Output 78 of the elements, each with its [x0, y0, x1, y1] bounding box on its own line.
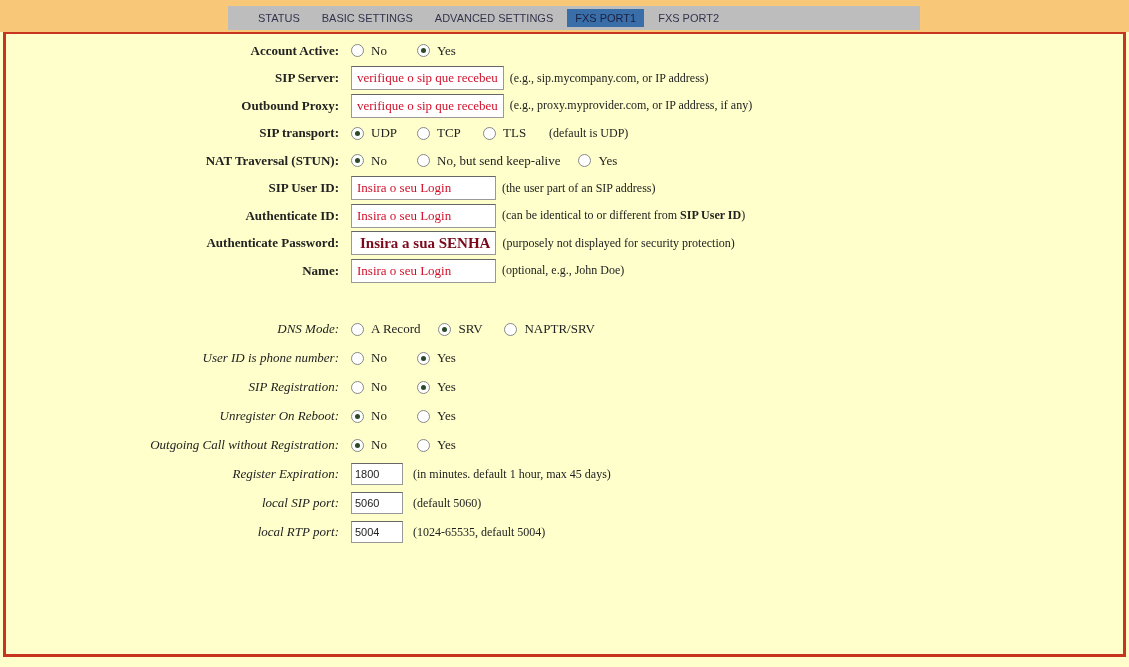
radio-button[interactable] — [351, 154, 364, 168]
hint-text: (e.g., proxy.myprovider.com, or IP address, if any) — [509, 98, 753, 114]
radio-button[interactable] — [417, 126, 430, 140]
option-label: No — [371, 350, 387, 366]
field-label: SIP User ID: — [267, 180, 340, 197]
option-label: Yes — [598, 152, 618, 169]
option-label: No — [371, 379, 387, 395]
field-label: Outgoing Call without Registration: — [149, 437, 340, 453]
hint-text: (the user part of an SIP address) — [502, 180, 656, 196]
hint-text: (default 5060) — [413, 495, 482, 511]
hint-text: (in minutes. default 1 hour, max 45 days) — [413, 466, 611, 482]
nav-tab[interactable]: FXS PORT2 — [650, 9, 728, 27]
input-field[interactable]: 5004 — [351, 521, 403, 543]
option-label: NAPTR/SRV — [524, 321, 595, 337]
radio-button[interactable] — [417, 438, 430, 452]
input-field[interactable]: Insira o seu Login — [351, 258, 496, 283]
radio-button[interactable] — [417, 154, 430, 168]
field-label: Authenticate ID: — [244, 207, 340, 224]
radio-button[interactable] — [438, 322, 452, 336]
radio-button[interactable] — [417, 44, 430, 58]
hint-text: (can be identical to or different from SIP User ID) — [502, 208, 746, 224]
field-label: Name: — [301, 262, 340, 279]
radio-button[interactable] — [483, 126, 496, 140]
option-label: UDP — [371, 125, 397, 142]
field-label: local RTP port: — [256, 524, 340, 540]
radio-button[interactable] — [351, 351, 364, 365]
nav-tab[interactable]: STATUS — [250, 9, 308, 27]
option-label: No — [371, 152, 387, 169]
radio-button[interactable] — [351, 409, 364, 423]
field-label: Outbound Proxy: — [240, 97, 340, 114]
radio-button[interactable] — [351, 438, 364, 452]
input-field[interactable]: verifique o sip que recebeu — [351, 93, 504, 118]
radio-button[interactable] — [578, 154, 592, 168]
password-field[interactable]: Insira a sua SENHA — [351, 231, 497, 256]
field-label: SIP transport: — [258, 125, 340, 142]
option-label: Yes — [437, 42, 456, 59]
option-label: Yes — [437, 350, 456, 366]
option-label: No — [371, 408, 387, 424]
radio-button[interactable] — [417, 380, 430, 394]
radio-button[interactable] — [504, 322, 518, 336]
option-label: Yes — [437, 408, 456, 424]
radio-button[interactable] — [417, 409, 430, 423]
option-label: A Record — [371, 321, 421, 337]
option-label: SRV — [458, 321, 483, 337]
radio-button[interactable] — [351, 126, 364, 140]
field-label: NAT Traversal (STUN): — [204, 152, 340, 169]
radio-button[interactable] — [351, 322, 364, 336]
option-label: TLS — [503, 125, 527, 142]
hint-text: (optional, e.g., John Doe) — [502, 263, 625, 279]
option-label: No, but send keep-alive — [437, 152, 561, 169]
nav-tab[interactable]: ADVANCED SETTINGS — [426, 9, 562, 27]
input-field[interactable]: 1800 — [351, 463, 403, 485]
hint-text: (purposely not displayed for security protection) — [502, 235, 735, 251]
field-label: Unregister On Reboot: — [218, 408, 340, 424]
field-label: Account Active: — [249, 42, 340, 59]
nav-tab[interactable]: BASIC SETTINGS — [313, 9, 421, 27]
option-label: Yes — [437, 437, 456, 453]
hint-text: (default is UDP) — [549, 125, 629, 141]
input-field[interactable]: 5060 — [351, 492, 403, 514]
option-label: Yes — [437, 379, 456, 395]
hint-text: (1024-65535, default 5004) — [413, 524, 546, 540]
input-field[interactable]: Insira o seu Login — [351, 203, 496, 228]
input-field[interactable]: Insira o seu Login — [351, 176, 496, 201]
field-label: local SIP port: — [260, 495, 340, 511]
field-label: SIP Registration: — [247, 379, 340, 395]
option-label: No — [371, 42, 387, 59]
radio-button[interactable] — [351, 44, 364, 58]
radio-button[interactable] — [417, 351, 430, 365]
field-label: Authenticate Password: — [205, 235, 340, 252]
hint-text: (e.g., sip.mycompany.com, or IP address) — [509, 70, 709, 86]
radio-button[interactable] — [351, 380, 364, 394]
field-label: SIP Server: — [274, 70, 340, 87]
field-label: Register Expiration: — [231, 466, 340, 482]
field-label: DNS Mode: — [276, 321, 340, 337]
option-label: No — [371, 437, 387, 453]
input-field[interactable]: verifique o sip que recebeu — [351, 66, 504, 91]
field-label: User ID is phone number: — [201, 350, 340, 366]
option-label: TCP — [437, 125, 461, 142]
